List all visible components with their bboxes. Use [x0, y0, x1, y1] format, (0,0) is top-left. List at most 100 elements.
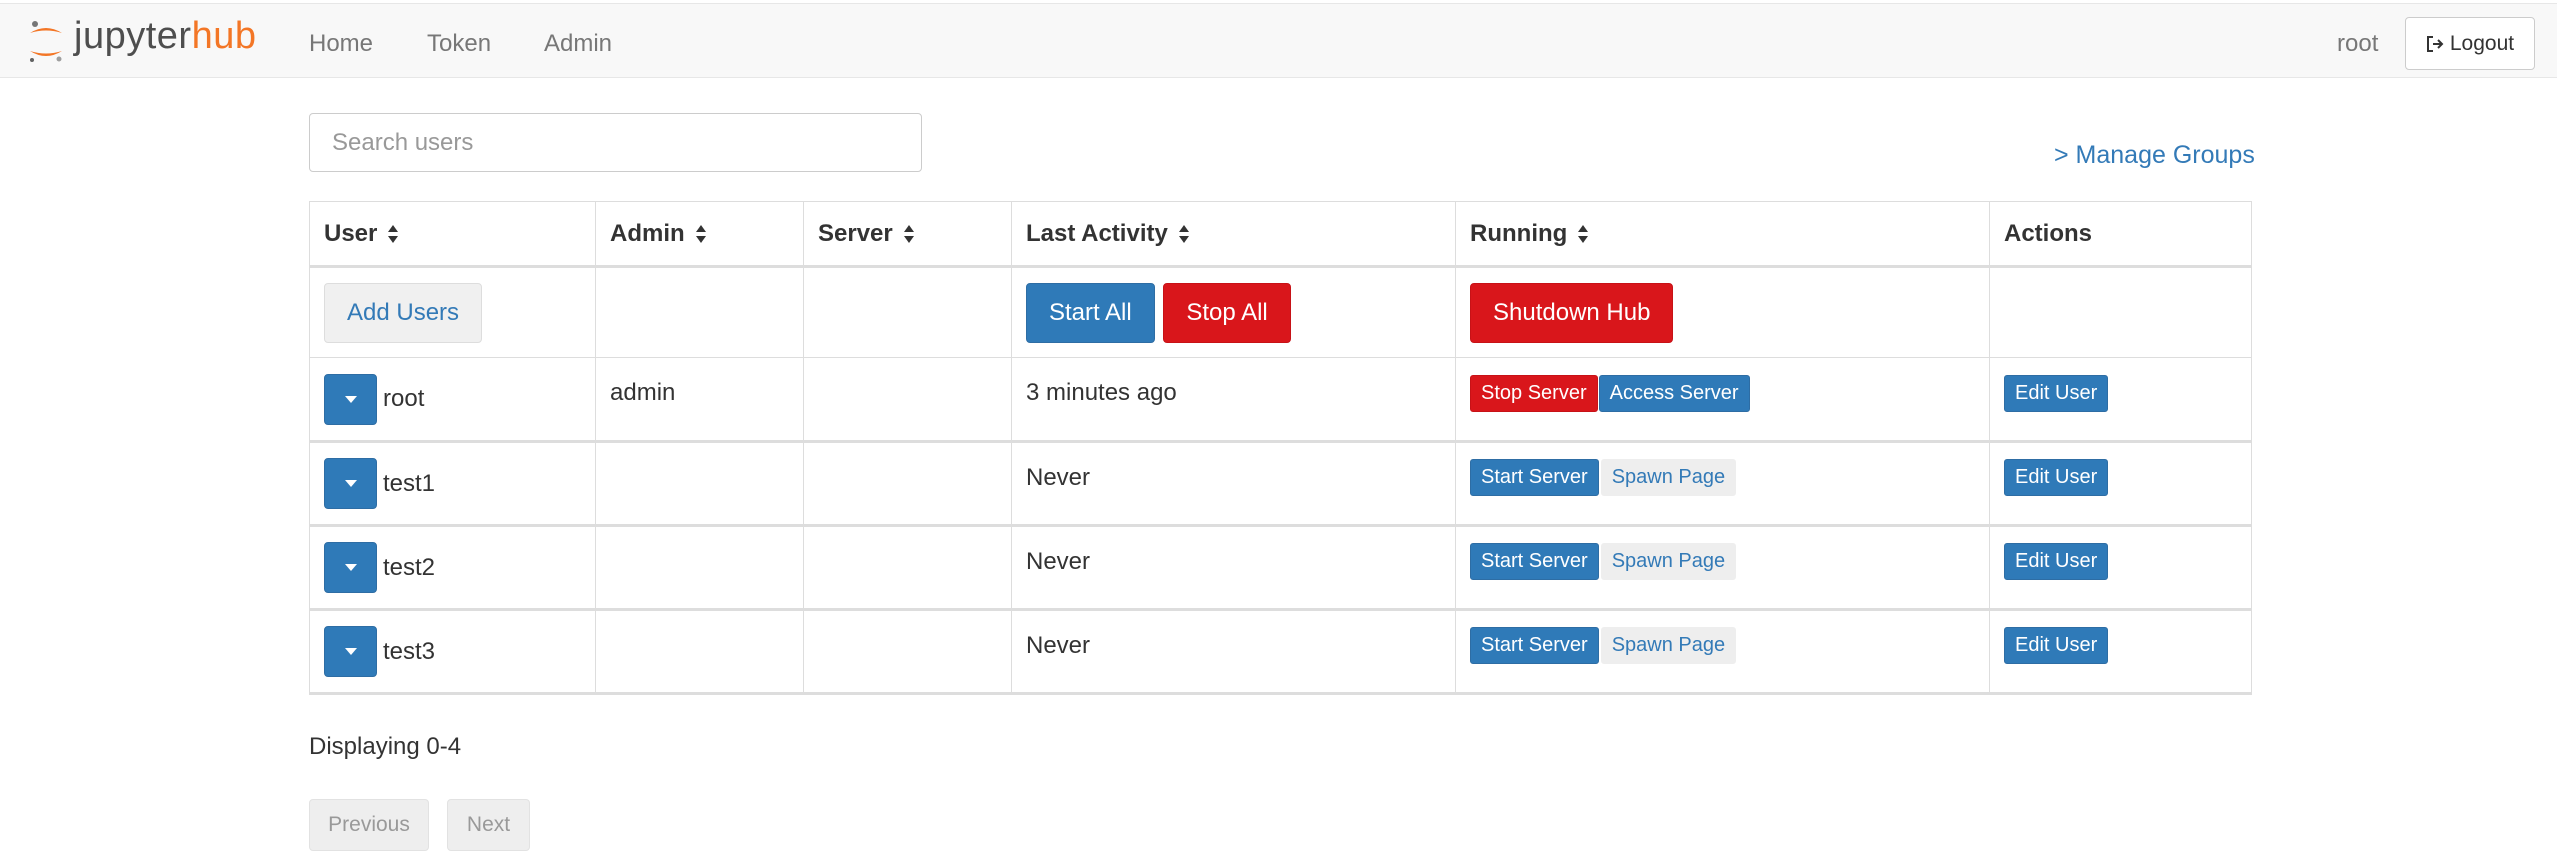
sort-icon	[388, 225, 399, 244]
spawn-page-button[interactable]: Spawn Page	[1600, 543, 1737, 580]
table-row: root admin 3 minutes ago Stop Server Acce…	[309, 357, 2252, 443]
edit-user-button[interactable]: Edit User	[2004, 459, 2109, 496]
sign-out-icon	[2426, 35, 2444, 52]
next-page-button[interactable]: Next	[447, 799, 530, 851]
start-server-button[interactable]: Start Server	[1470, 627, 1599, 664]
jupyterhub-logo[interactable]: jupyterhub	[26, 15, 286, 67]
cell-last-activity: Never	[1011, 525, 1456, 611]
sort-icon	[903, 225, 914, 244]
cell-actions: Edit User	[1989, 357, 2252, 443]
add-users-button[interactable]: Add Users	[324, 282, 483, 343]
username: test2	[383, 553, 436, 581]
header-actions: Actions	[1989, 201, 2252, 268]
stop-server-button[interactable]: Stop Server	[1470, 374, 1598, 412]
cell-server	[803, 609, 1012, 695]
users-table: User Admin Server Last Activity Running …	[309, 201, 2252, 695]
edit-user-button[interactable]: Edit User	[2004, 374, 2109, 412]
sort-icon	[695, 225, 706, 244]
controls-cell-admin	[595, 266, 804, 358]
username: test1	[383, 469, 436, 497]
spawn-page-button[interactable]: Spawn Page	[1600, 627, 1737, 664]
cell-server	[803, 357, 1012, 443]
caret-down-icon	[344, 648, 357, 655]
current-user-name: root	[2337, 30, 2379, 57]
brand-name-part2: hub	[191, 15, 257, 57]
shutdown-hub-button[interactable]: Shutdown Hub	[1470, 282, 1674, 343]
controls-cell-activity: Start All Stop All	[1011, 266, 1456, 358]
table-row: test2 Never Start Server Spawn Page Edit …	[309, 525, 2252, 611]
previous-page-button[interactable]: Previous	[309, 799, 429, 851]
top-navbar: jupyterhub Home Token Admin root Logout	[0, 3, 2557, 78]
header-server[interactable]: Server	[803, 201, 1012, 268]
cell-user: test1	[309, 441, 596, 527]
header-user-label: User	[324, 219, 378, 247]
nav-home-link[interactable]: Home	[309, 30, 373, 58]
caret-down-icon	[344, 395, 357, 403]
cell-running: Start Server Spawn Page	[1455, 609, 1990, 695]
cell-running: Start Server Spawn Page	[1455, 441, 1990, 527]
cell-actions: Edit User	[1989, 441, 2252, 527]
header-actions-label: Actions	[2004, 219, 2093, 247]
sort-icon	[1578, 225, 1589, 244]
header-server-label: Server	[818, 219, 893, 247]
controls-cell-running: Shutdown Hub	[1455, 266, 1990, 358]
header-admin-label: Admin	[610, 219, 685, 247]
controls-cell-user: Add Users	[309, 266, 596, 358]
cell-server	[803, 525, 1012, 611]
cell-last-activity: Never	[1011, 441, 1456, 527]
nav-token-link[interactable]: Token	[427, 30, 491, 58]
caret-down-icon	[344, 564, 357, 571]
start-all-button[interactable]: Start All	[1026, 282, 1155, 343]
cell-actions: Edit User	[1989, 609, 2252, 695]
access-server-button[interactable]: Access Server	[1598, 374, 1750, 412]
expand-row-button[interactable]	[324, 458, 377, 509]
start-server-button[interactable]: Start Server	[1470, 459, 1599, 496]
cell-admin	[595, 525, 804, 611]
spawn-page-button[interactable]: Spawn Page	[1600, 459, 1737, 496]
username: root	[383, 385, 425, 412]
edit-user-button[interactable]: Edit User	[2004, 543, 2109, 580]
expand-row-button[interactable]	[324, 626, 377, 677]
logout-button[interactable]: Logout	[2405, 17, 2535, 70]
header-last-activity[interactable]: Last Activity	[1011, 201, 1456, 268]
cell-server	[803, 441, 1012, 527]
expand-row-button[interactable]	[324, 542, 377, 593]
cell-last-activity: 3 minutes ago	[1011, 357, 1456, 443]
brand-name-part1: jupyter	[74, 15, 192, 57]
displaying-range-text: Displaying 0-4	[309, 733, 462, 760]
cell-user: test3	[309, 609, 596, 695]
table-header-row: User Admin Server Last Activity Running …	[309, 201, 2252, 268]
brand-wordmark: jupyterhub	[74, 15, 256, 58]
nav-admin-link[interactable]: Admin	[544, 30, 612, 58]
start-server-button[interactable]: Start Server	[1470, 543, 1599, 580]
edit-user-button[interactable]: Edit User	[2004, 627, 2109, 664]
table-row: test3 Never Start Server Spawn Page Edit …	[309, 609, 2252, 695]
jupyter-logo-icon	[30, 21, 62, 62]
bulk-controls-row: Add Users Start All Stop All Shutdown Hu…	[309, 266, 2252, 358]
stop-all-button[interactable]: Stop All	[1163, 282, 1291, 343]
username: test3	[383, 637, 436, 665]
table-row: test1 Never Start Server Spawn Page Edit …	[309, 441, 2252, 527]
cell-last-activity: Never	[1011, 609, 1456, 695]
controls-cell-actions	[1989, 266, 2252, 358]
cell-user: test2	[309, 525, 596, 611]
header-running-label: Running	[1470, 219, 1568, 247]
expand-row-button[interactable]	[324, 373, 377, 425]
cell-actions: Edit User	[1989, 525, 2252, 611]
header-last-activity-label: Last Activity	[1026, 219, 1168, 247]
header-admin[interactable]: Admin	[595, 201, 804, 268]
controls-cell-server	[803, 266, 1012, 358]
cell-running: Stop Server Access Server	[1455, 357, 1990, 443]
cell-admin: admin	[595, 357, 804, 443]
cell-user: root	[309, 357, 596, 443]
header-running[interactable]: Running	[1455, 201, 1990, 268]
sort-icon	[1178, 225, 1189, 244]
caret-down-icon	[344, 480, 357, 487]
logout-label: Logout	[2449, 31, 2515, 55]
header-user[interactable]: User	[309, 201, 596, 268]
cell-admin	[595, 609, 804, 695]
cell-running: Start Server Spawn Page	[1455, 525, 1990, 611]
manage-groups-link[interactable]: > Manage Groups	[2054, 141, 2255, 170]
cell-admin	[595, 441, 804, 527]
search-users-input[interactable]	[309, 113, 922, 172]
